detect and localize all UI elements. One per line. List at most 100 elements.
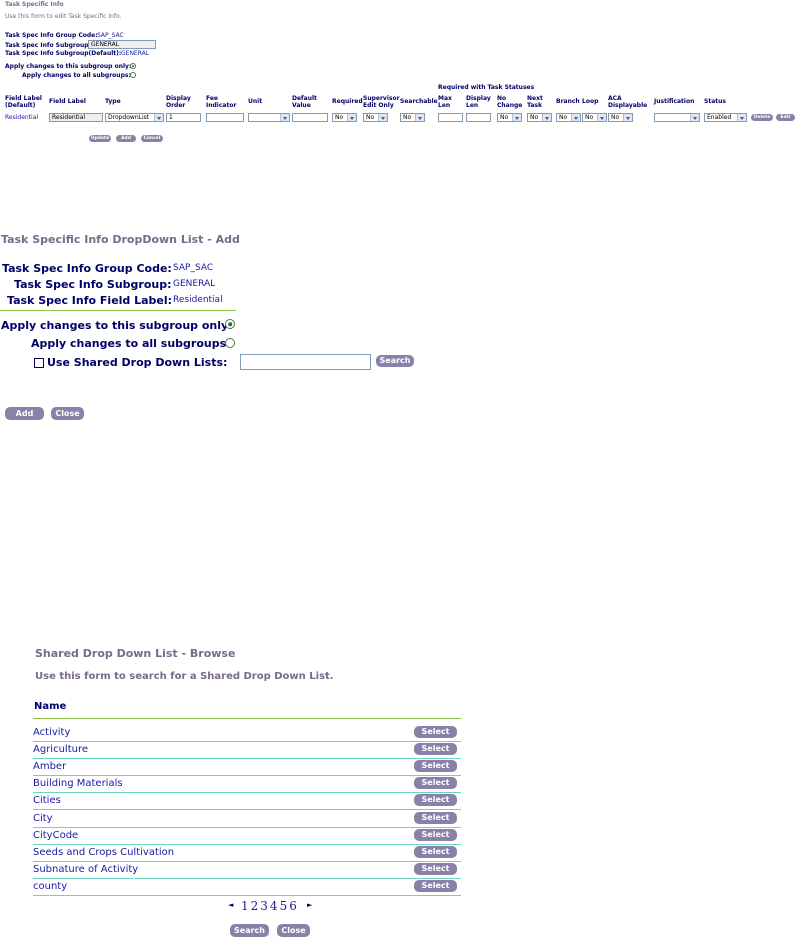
row-next-task-select[interactable]: No [527, 113, 552, 122]
row-status-select[interactable]: Enabled [704, 113, 747, 122]
row-max-len-input[interactable] [438, 113, 463, 122]
row-justification-select[interactable] [654, 113, 700, 122]
list-item[interactable]: City [33, 813, 53, 824]
select-button[interactable]: Select [414, 812, 457, 824]
page-link[interactable]: 2 [251, 899, 259, 913]
p2-subgroup-label: Task Spec Info Subgroup: [14, 278, 172, 291]
apply-all-label: Apply changes to all subgroups: [22, 72, 131, 79]
row-divider [33, 809, 461, 810]
subgroup-default-label: Task Spec Info Subgroup(Default): [5, 50, 122, 57]
col-next-task: Next Task [527, 95, 543, 109]
row-loop-select[interactable]: No [582, 113, 607, 122]
select-button[interactable]: Select [414, 726, 457, 738]
col-type: Type [105, 98, 121, 105]
list-item[interactable]: Cities [33, 795, 61, 806]
chevron-down-icon [737, 114, 746, 121]
p2-search-button[interactable]: Search [376, 355, 414, 367]
row-divider [33, 878, 461, 879]
list-item[interactable]: Subnature of Activity [33, 864, 138, 875]
row-searchable-select[interactable]: No [400, 113, 425, 122]
select-button[interactable]: Select [414, 760, 457, 772]
col-default-value: Default Value [292, 95, 317, 109]
select-button[interactable]: Select [414, 863, 457, 875]
chevron-down-icon [280, 114, 289, 121]
cancel-button[interactable]: Cancel [141, 135, 163, 142]
shared-search-input[interactable] [240, 354, 371, 370]
select-button[interactable]: Select [414, 829, 457, 841]
row-display-order-input[interactable]: 1 [166, 113, 201, 122]
select-button[interactable]: Select [414, 777, 457, 789]
panel1-subtitle: Use this form to edit Task Specific Info… [5, 13, 122, 20]
p2-divider [0, 310, 236, 311]
row-supervisor-select[interactable]: No [363, 113, 388, 122]
apply-this-label: Apply changes to this subgroup only: [5, 63, 132, 70]
chevron-down-icon [571, 114, 580, 121]
col-aca: ACA Displayable [608, 95, 648, 109]
col-branch: Branch [556, 98, 580, 105]
col-justification: Justification [654, 98, 695, 105]
list-item[interactable]: Building Materials [33, 778, 123, 789]
apply-this-radio[interactable] [130, 63, 136, 69]
chevron-down-icon [597, 114, 606, 121]
row-type-select[interactable]: DropdownList [105, 113, 164, 122]
select-button[interactable]: Select [414, 794, 457, 806]
subgroup-label: Task Spec Info Subgroup: [5, 42, 91, 49]
row-display-len-input[interactable] [466, 113, 491, 122]
list-item[interactable]: Seeds and Crops Cultivation [33, 847, 174, 858]
shared-lists-label: Use Shared Drop Down Lists: [47, 356, 228, 369]
p2-close-button[interactable]: Close [51, 407, 84, 420]
col-unit: Unit [248, 98, 263, 105]
col-loop: Loop [582, 98, 599, 105]
p2-apply-all-radio[interactable] [225, 338, 235, 348]
page-link[interactable]: 1 [241, 899, 249, 913]
panel1-title: Task Specific Info [5, 1, 64, 8]
select-button[interactable]: Select [414, 880, 457, 892]
row-required-select[interactable]: No [332, 113, 357, 122]
p3-search-button[interactable]: Search [230, 924, 269, 937]
row-no-change-select[interactable]: No [497, 113, 522, 122]
p2-add-button[interactable]: Add [5, 407, 44, 420]
row-fee-input[interactable] [206, 113, 244, 122]
page-link[interactable]: 6 [289, 899, 297, 913]
delete-button[interactable]: Delete [751, 114, 773, 121]
row-aca-select[interactable]: No [608, 113, 633, 122]
p2-group-code-label: Task Spec Info Group Code: [2, 262, 172, 275]
list-item[interactable]: county [33, 881, 67, 892]
p3-close-button[interactable]: Close [277, 924, 310, 937]
subgroup-input[interactable]: GENERAL [88, 40, 156, 49]
row-branch-select[interactable]: No [556, 113, 581, 122]
next-page-icon[interactable]: ► [307, 901, 312, 909]
row-divider [33, 844, 461, 845]
list-item[interactable]: Amber [33, 761, 66, 772]
page-link[interactable]: 3 [260, 899, 268, 913]
row-divider [33, 792, 461, 793]
row-default-value-input[interactable] [292, 113, 328, 122]
page-link[interactable]: 4 [270, 899, 278, 913]
p2-subgroup-value: GENERAL [173, 279, 216, 289]
list-item[interactable]: CityCode [33, 830, 78, 841]
select-button[interactable]: Select [414, 846, 457, 858]
update-button[interactable]: Update [89, 135, 111, 142]
shared-lists-checkbox[interactable] [34, 358, 44, 368]
col-max-len: Max Len [438, 95, 452, 109]
col-field-label-default: Field Label (Default) [5, 95, 42, 109]
p2-field-label-value: Residential [173, 295, 223, 305]
prev-page-icon[interactable]: ◄ [228, 901, 233, 909]
row-field-label-default-link[interactable]: Residential [5, 114, 38, 121]
edit-button[interactable]: Edit [776, 114, 795, 121]
p2-apply-this-radio[interactable] [225, 319, 235, 329]
add-button[interactable]: Add [116, 135, 136, 142]
apply-all-radio[interactable] [130, 72, 136, 78]
select-button[interactable]: Select [414, 743, 457, 755]
row-field-label-input[interactable]: Residential [49, 113, 103, 122]
row-divider [33, 895, 461, 896]
p2-apply-all-label: Apply changes to all subgroups: [31, 337, 231, 350]
chevron-down-icon [415, 114, 424, 121]
page-link[interactable]: 5 [280, 899, 288, 913]
list-item[interactable]: Agriculture [33, 744, 88, 755]
list-item[interactable]: Activity [33, 727, 70, 738]
panel3-subtitle: Use this form to search for a Shared Dro… [35, 671, 334, 682]
col-fee-indicator: Fee Indicator [206, 95, 237, 109]
row-unit-select[interactable] [248, 113, 290, 122]
pagination: 123456 [241, 899, 299, 913]
